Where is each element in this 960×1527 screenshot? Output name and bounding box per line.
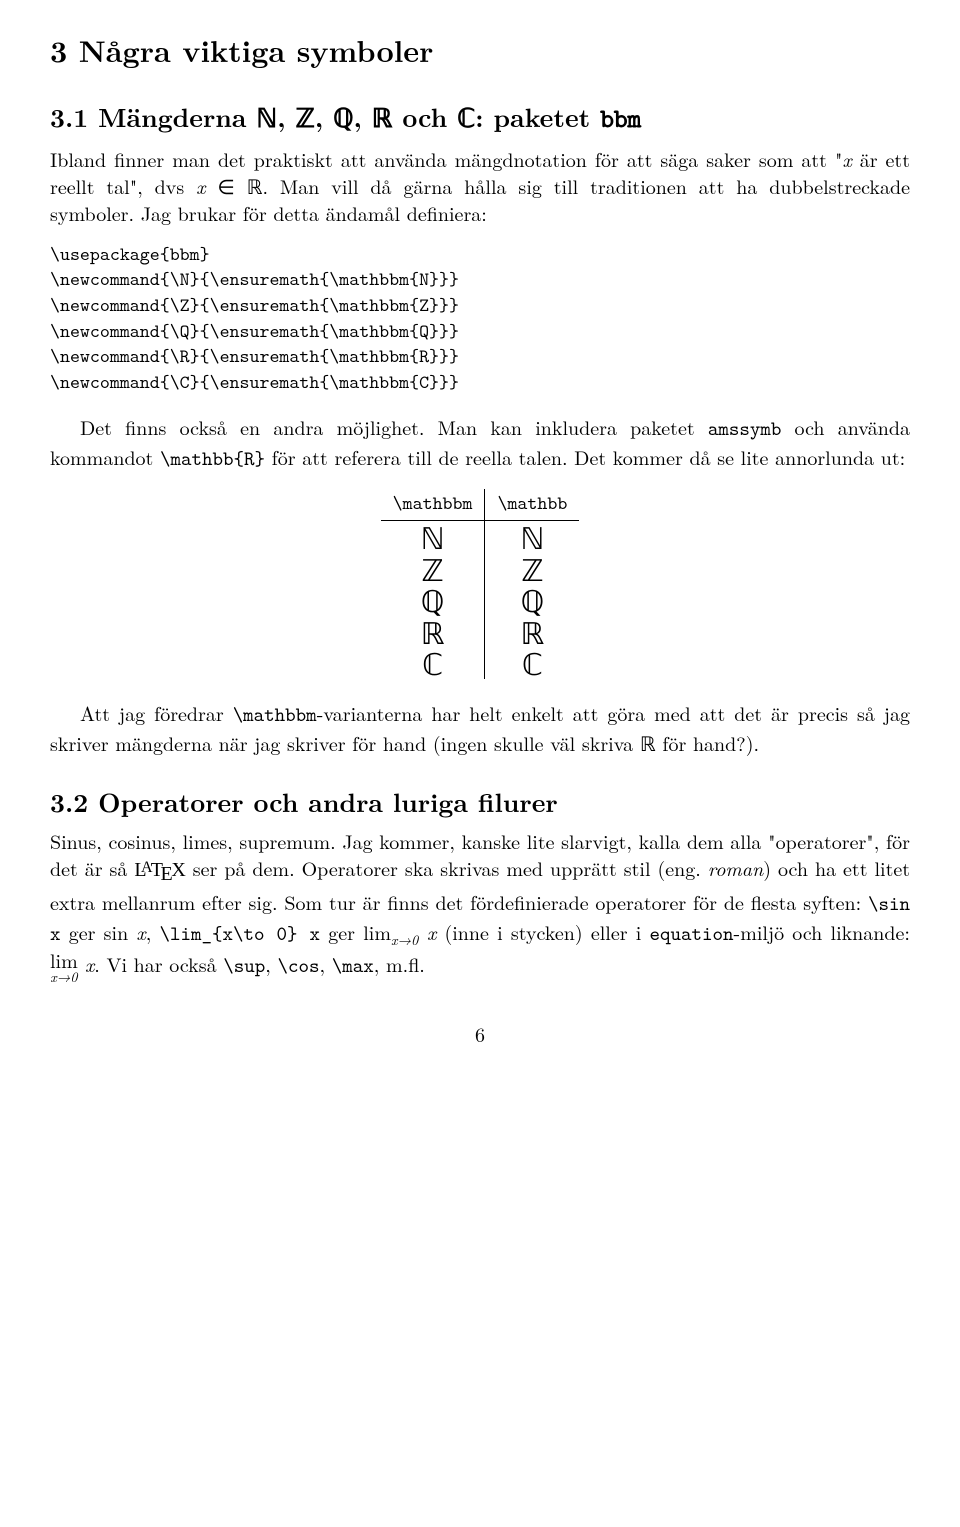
table-row: ℂ ℂ xyxy=(381,647,580,679)
cell-bb: ℂ xyxy=(485,647,579,679)
para-3-1-2: Det finns också en andra möjlighet. Man … xyxy=(50,413,910,473)
comparison-table: \mathbbm \mathbb ℕ ℕ ℤ ℤ ℚ ℚ ℝ ℝ ℂ ℂ xyxy=(381,489,580,678)
package-amssymb: amssymb xyxy=(708,416,782,442)
heading-package-name: bbm xyxy=(600,102,641,136)
text: Ibland finner man det praktiskt att anvä… xyxy=(50,144,842,173)
cell-bbm: ℂ xyxy=(381,647,485,679)
lim-sub: x→0 xyxy=(391,930,418,950)
text: ser på dem. Operatorer ska skrivas med u… xyxy=(186,853,708,882)
text: , m.fl. xyxy=(374,949,425,978)
table-row: ℚ ℚ xyxy=(381,584,580,616)
text: Det finns också en andra möjlighet. Man … xyxy=(80,412,708,441)
math-var-x: x xyxy=(842,144,851,173)
para-3-2-1: Sinus, cosinus, limes, supremum. Jag kom… xyxy=(50,827,910,984)
math-var-x: x xyxy=(78,949,94,978)
code-mathbb-r: \mathbb{R} xyxy=(160,446,265,472)
text: -miljö och liknande: xyxy=(734,917,910,946)
table-row: ℝ ℝ xyxy=(381,616,580,648)
lim-under: x→0 xyxy=(50,970,78,984)
code-max: \max xyxy=(332,953,374,979)
table-row: ℕ ℕ xyxy=(381,521,580,553)
env-equation: equation xyxy=(650,921,734,947)
section-3-2-heading: 3.2 Operatorer och andra luriga filurer xyxy=(50,784,910,819)
text: , xyxy=(265,949,277,978)
math-var-x: x xyxy=(418,917,436,946)
text: ger lim xyxy=(320,917,391,946)
lim-display: limx→0 xyxy=(50,950,78,984)
heading-text: 3.1 Mängderna ℕ, ℤ, ℚ, ℝ och ℂ: paketet xyxy=(50,98,600,135)
text: . Vi har också xyxy=(94,949,223,978)
table-row: ℤ ℤ xyxy=(381,553,580,585)
para-3-1-1: Ibland finner man det praktiskt att anvä… xyxy=(50,145,910,226)
code-lim: \lim_{x\to 0} x xyxy=(159,921,320,947)
section-3-heading: 3 Några viktiga symboler xyxy=(50,30,910,71)
text: Att jag föredrar xyxy=(80,698,233,727)
text: , xyxy=(320,949,332,978)
latex-logo: LATEX xyxy=(134,859,185,881)
code-cos: \cos xyxy=(278,953,320,979)
text: (inne i stycken) eller i xyxy=(436,917,649,946)
code-sup: \sup xyxy=(223,953,265,979)
para-3-1-3: Att jag föredrar \mathbbm-varianterna ha… xyxy=(50,699,910,756)
section-3-1-heading: 3.1 Mängderna ℕ, ℤ, ℚ, ℝ och ℂ: paketet … xyxy=(50,99,910,137)
text: , xyxy=(146,917,160,946)
text: för att referera till de reella talen. D… xyxy=(265,442,905,471)
page-number: 6 xyxy=(50,1020,910,1047)
code-block-latex: \usepackage{bbm} \newcommand{\N}{\ensure… xyxy=(50,242,910,396)
text: ger sin xyxy=(61,917,137,946)
math-var-x: x xyxy=(136,917,145,946)
code-mathbbm: \mathbbm xyxy=(233,702,317,728)
term-roman: roman xyxy=(708,853,763,882)
